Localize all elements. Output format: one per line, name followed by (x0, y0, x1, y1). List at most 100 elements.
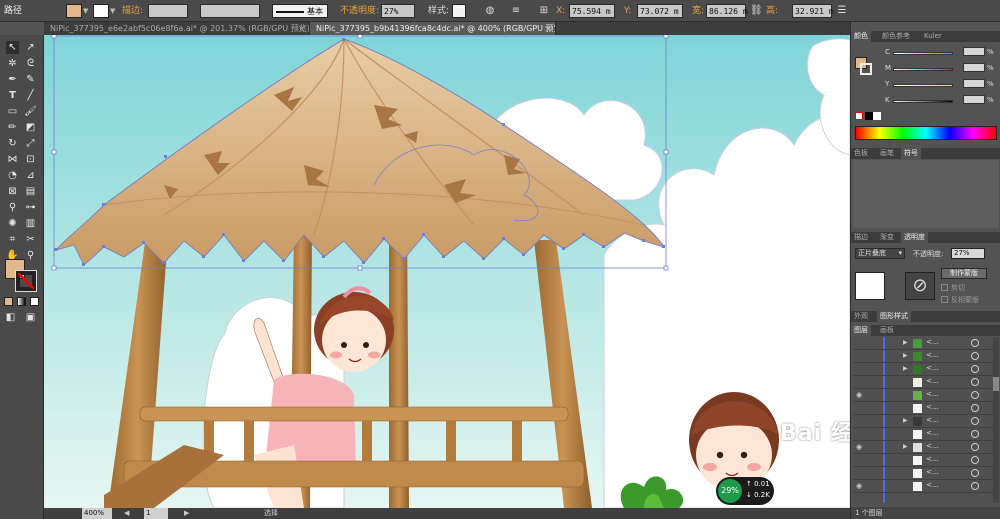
height-field[interactable]: 32.921 m (792, 4, 834, 18)
make-mask-button[interactable]: 制作蒙版 (941, 268, 987, 279)
width-field[interactable]: 86.126 m (706, 4, 748, 18)
zoom-field[interactable]: 400% (82, 508, 112, 519)
artboard-prev-icon[interactable]: ◀ (124, 508, 129, 519)
tab-artboards[interactable]: 画板 (877, 325, 897, 336)
transform-menu-icon[interactable]: ☰ (836, 4, 848, 18)
pencil-tool-icon[interactable]: ✏ (6, 121, 19, 134)
blend-tool-icon[interactable]: ⊶ (24, 201, 37, 214)
recolor-artwork-icon[interactable]: ◍ (484, 4, 496, 18)
yellow-field[interactable] (963, 79, 985, 88)
target-circle-icon[interactable] (971, 482, 979, 490)
magenta-field[interactable] (963, 63, 985, 72)
eye-icon[interactable]: ◉ (856, 391, 865, 400)
shape-builder-tool-icon[interactable]: ◔ (6, 169, 19, 182)
target-circle-icon[interactable] (971, 430, 979, 438)
gradient-tool-icon[interactable]: ▤ (24, 185, 37, 198)
expand-arrow-icon[interactable]: ▶ (903, 443, 908, 450)
target-circle-icon[interactable] (971, 352, 979, 360)
target-circle-icon[interactable] (971, 456, 979, 464)
yellow-slider[interactable] (893, 84, 953, 87)
artboard-number-field[interactable]: 1 (144, 508, 168, 519)
tab-color-guide[interactable]: 颜色参考 (879, 31, 913, 42)
none-color-icon[interactable] (855, 112, 863, 120)
layer-row[interactable]: <... (853, 467, 993, 480)
tab-gradient[interactable]: 渐变 (877, 232, 897, 243)
rectangle-tool-icon[interactable]: ▭ (6, 105, 19, 118)
magenta-slider[interactable] (893, 68, 953, 71)
gradient-mode-icon[interactable] (17, 297, 26, 306)
target-circle-icon[interactable] (971, 404, 979, 412)
scale-tool-icon[interactable]: ⤢ (24, 137, 37, 150)
selection-tool-icon[interactable]: ↖ (6, 41, 19, 54)
scrollbar-thumb[interactable] (993, 377, 999, 391)
tab-appearance[interactable]: 外观 (851, 311, 871, 322)
tab-swatches[interactable]: 色板 (851, 148, 871, 159)
stroke-color-swatch[interactable] (93, 4, 109, 18)
target-circle-icon[interactable] (971, 378, 979, 386)
opacity-field[interactable]: 27% (381, 4, 415, 18)
document-tab-1[interactable]: NiPic_377395_e6e2abf5c06e8f6a.ai* @ 201.… (44, 22, 310, 35)
transparency-opacity-field[interactable]: 27% (951, 248, 985, 259)
draw-mode-icon[interactable]: ◧ (4, 311, 17, 324)
zoom-tool-icon[interactable]: ⚲ (24, 249, 37, 262)
none-mode-icon[interactable] (30, 297, 39, 306)
tab-color[interactable]: 颜色 (851, 31, 871, 42)
layer-row[interactable]: ◉ <... (853, 389, 993, 402)
layer-row[interactable]: ▶ <... (853, 337, 993, 350)
variable-width-field[interactable] (200, 4, 260, 18)
graphic-style-swatch[interactable] (452, 4, 466, 18)
constrain-proportions-icon[interactable]: ⛓ (750, 4, 763, 18)
layer-row[interactable]: <... (853, 454, 993, 467)
stroke-weight-field[interactable] (148, 4, 188, 18)
target-circle-icon[interactable] (971, 391, 979, 399)
clip-checkbox[interactable] (941, 284, 948, 291)
paintbrush-tool-icon[interactable]: 🖌 (24, 105, 37, 118)
y-field[interactable]: 73.072 m (637, 4, 683, 18)
layer-row[interactable]: ◉ <... (853, 480, 993, 493)
layers-scrollbar[interactable] (993, 337, 999, 503)
tab-graphic-styles[interactable]: 图形样式 (877, 311, 911, 322)
slice-tool-icon[interactable]: ✂ (24, 233, 37, 246)
layer-row[interactable]: <... (853, 428, 993, 441)
layer-row[interactable]: ▶ <... (853, 363, 993, 376)
color-spectrum[interactable] (855, 126, 997, 140)
line-tool-icon[interactable]: ╱ (24, 89, 37, 102)
close-icon[interactable]: × (298, 22, 305, 35)
free-transform-tool-icon[interactable]: ⊡ (24, 153, 37, 166)
magic-wand-tool-icon[interactable]: ✲ (6, 57, 19, 70)
reference-point-icon[interactable]: ⊞ (538, 4, 550, 18)
tab-stroke[interactable]: 描边 (851, 232, 871, 243)
eraser-tool-icon[interactable]: ◩ (24, 121, 37, 134)
expand-arrow-icon[interactable]: ▶ (903, 365, 908, 372)
white-color-chip[interactable] (873, 112, 881, 120)
stroke-profile-dropdown[interactable]: 基本 (272, 4, 328, 18)
symbol-sprayer-tool-icon[interactable]: ✺ (6, 217, 19, 230)
layer-row[interactable]: <... (853, 402, 993, 415)
black-slider[interactable] (893, 100, 953, 103)
black-color-chip[interactable] (865, 112, 873, 120)
target-circle-icon[interactable] (971, 443, 979, 451)
screen-mode-icon[interactable]: ▣ (24, 311, 37, 324)
artboard-tool-icon[interactable]: ⌗ (6, 233, 19, 246)
width-tool-icon[interactable]: ⋈ (6, 153, 19, 166)
eyedropper-tool-icon[interactable]: ⚲ (6, 201, 19, 214)
target-circle-icon[interactable] (971, 469, 979, 477)
invert-mask-checkbox[interactable] (941, 296, 948, 303)
layer-row[interactable]: <... (853, 376, 993, 389)
expand-arrow-icon[interactable]: ▶ (903, 352, 908, 359)
black-field[interactable] (963, 95, 985, 104)
stroke-dropdown-icon[interactable]: ▼ (110, 4, 115, 18)
direct-selection-tool-icon[interactable]: ↗ (24, 41, 37, 54)
close-icon[interactable]: × (544, 22, 551, 35)
cyan-slider[interactable] (893, 52, 953, 55)
blend-mode-dropdown[interactable]: 正片叠底 ▾ (855, 248, 905, 259)
mesh-tool-icon[interactable]: ⊠ (6, 185, 19, 198)
document-tab-2[interactable]: NiPic_377395_b9b41396fca8c4dc.ai* @ 400%… (310, 22, 556, 35)
artboard-next-icon[interactable]: ▶ (184, 508, 189, 519)
tab-layers[interactable]: 图层 (851, 325, 871, 336)
layer-row[interactable]: ◉ ▶ <... (853, 441, 993, 454)
tab-transparency[interactable]: 透明度 (901, 232, 928, 243)
lasso-tool-icon[interactable]: ᘓ (24, 57, 37, 70)
layer-row[interactable]: ▶ <... (853, 415, 993, 428)
x-field[interactable]: 75.594 m (569, 4, 615, 18)
